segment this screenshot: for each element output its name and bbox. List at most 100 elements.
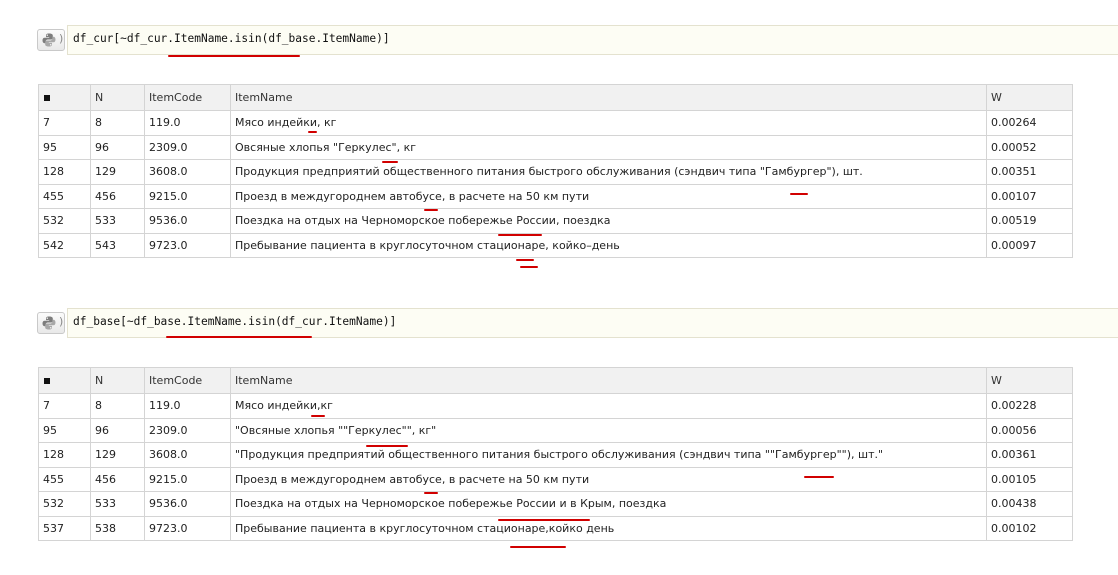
cell-itemname: Проезд в междугороднем автобусе, в расче… [230, 466, 987, 492]
annotation-underline [424, 209, 438, 211]
annotation-underline [366, 445, 408, 447]
annotation-underline [510, 546, 566, 548]
annotation-underline [498, 519, 590, 521]
row-index: 532 [38, 491, 91, 517]
cell-n: 456 [90, 466, 145, 492]
run-cell-2-button[interactable]: ) [37, 312, 65, 334]
prompt-paren: ) [58, 315, 65, 328]
cell-n: 543 [90, 232, 145, 258]
cell-itemname: Продукция предприятий общественного пита… [230, 159, 987, 185]
cell-w: 0.00097 [986, 232, 1073, 258]
annotation-underline [166, 336, 312, 338]
dataframe-output-2: N ItemCode ItemName W 7 8 119.0 Мясо инд… [38, 367, 1073, 541]
row-index: 532 [38, 208, 91, 234]
table-row: 455 456 9215.0 Проезд в междугороднем ав… [38, 466, 1073, 492]
cell-w: 0.00102 [986, 515, 1073, 541]
cell-itemname: Поездка на отдых на Черноморское побереж… [230, 208, 987, 234]
cell-itemcode: 9536.0 [144, 208, 231, 234]
cell-n: 129 [90, 442, 145, 468]
cell-itemcode: 9723.0 [144, 232, 231, 258]
row-index: 95 [38, 417, 91, 443]
python-logo-icon [42, 33, 56, 47]
cell-w: 0.00438 [986, 491, 1073, 517]
annotation-underline [804, 476, 834, 478]
cell-itemcode: 119.0 [144, 393, 231, 419]
code-editor-2[interactable]: df_base[~df_base.ItemName.isin(df_cur.It… [67, 308, 1118, 338]
cell-n: 8 [90, 110, 145, 136]
row-index: 95 [38, 134, 91, 160]
run-cell-1-button[interactable]: ) [37, 29, 65, 51]
cell-w: 0.00105 [986, 466, 1073, 492]
column-header-itemcode: ItemCode [144, 84, 231, 111]
column-header-n: N [90, 84, 145, 111]
annotation-underline [424, 492, 438, 494]
column-header-n: N [90, 367, 145, 394]
table-row: 128 129 3608.0 Продукция предприятий общ… [38, 159, 1073, 185]
cell-n: 8 [90, 393, 145, 419]
table-row: 455 456 9215.0 Проезд в междугороднем ав… [38, 183, 1073, 209]
dataframe-output-1: N ItemCode ItemName W 7 8 119.0 Мясо инд… [38, 84, 1073, 258]
column-header-w: W [986, 367, 1073, 394]
row-index: 7 [38, 393, 91, 419]
cell-itemname: Пребывание пациента в круглосуточном ста… [230, 232, 987, 258]
cell-w: 0.00519 [986, 208, 1073, 234]
cell-itemcode: 119.0 [144, 110, 231, 136]
code-editor-1[interactable]: df_cur[~df_cur.ItemName.isin(df_base.Ite… [67, 25, 1118, 55]
cell-itemcode: 9723.0 [144, 515, 231, 541]
annotation-underline [498, 234, 542, 236]
index-header [38, 84, 91, 111]
table-row: 542 543 9723.0 Пребывание пациента в кру… [38, 232, 1073, 258]
cell-itemname: "Продукция предприятий общественного пит… [230, 442, 987, 468]
table-row: 532 533 9536.0 Поездка на отдых на Черно… [38, 208, 1073, 234]
annotation-underline [516, 259, 534, 261]
cell-itemname: Пребывание пациента в круглосуточном ста… [230, 515, 987, 541]
cell-w: 0.00052 [986, 134, 1073, 160]
row-index: 128 [38, 442, 91, 468]
code-line: df_cur[~df_cur.ItemName.isin(df_base.Ite… [73, 32, 390, 45]
cell-itemname: Мясо индейки,кг [230, 393, 987, 419]
cell-w: 0.00056 [986, 417, 1073, 443]
cell-n: 456 [90, 183, 145, 209]
table-row: 7 8 119.0 Мясо индейки,кг 0.00228 [38, 393, 1073, 419]
cell-n: 533 [90, 208, 145, 234]
column-header-itemname: ItemName [230, 367, 987, 394]
row-index: 542 [38, 232, 91, 258]
table-row: 95 96 2309.0 "Овсяные хлопья ""Геркулес"… [38, 417, 1073, 443]
cell-itemcode: 3608.0 [144, 442, 231, 468]
annotation-underline [168, 55, 300, 57]
table-row: 128 129 3608.0 "Продукция предприятий об… [38, 442, 1073, 468]
cell-n: 96 [90, 134, 145, 160]
cell-itemcode: 9215.0 [144, 183, 231, 209]
table-row: 7 8 119.0 Мясо индейки, кг 0.00264 [38, 110, 1073, 136]
cell-itemname: Проезд в междугороднем автобусе, в расче… [230, 183, 987, 209]
row-index: 537 [38, 515, 91, 541]
column-header-itemname: ItemName [230, 84, 987, 111]
code-line: df_base[~df_base.ItemName.isin(df_cur.It… [73, 315, 397, 328]
row-index: 455 [38, 466, 91, 492]
index-marker-icon [44, 378, 50, 384]
cell-itemname: "Овсяные хлопья ""Геркулес"", кг" [230, 417, 987, 443]
cell-n: 538 [90, 515, 145, 541]
cell-n: 96 [90, 417, 145, 443]
cell-itemcode: 3608.0 [144, 159, 231, 185]
cell-w: 0.00351 [986, 159, 1073, 185]
table-header-row: N ItemCode ItemName W [38, 367, 1073, 394]
index-header [38, 367, 91, 394]
cell-itemname: Поездка на отдых на Черноморское побереж… [230, 491, 987, 517]
annotation-underline [790, 193, 808, 195]
annotation-underline [308, 131, 317, 133]
row-index: 128 [38, 159, 91, 185]
row-index: 7 [38, 110, 91, 136]
cell-w: 0.00264 [986, 110, 1073, 136]
python-logo-icon [42, 316, 56, 330]
table-row: 532 533 9536.0 Поездка на отдых на Черно… [38, 491, 1073, 517]
cell-itemcode: 2309.0 [144, 134, 231, 160]
table-header-row: N ItemCode ItemName W [38, 84, 1073, 111]
annotation-underline [382, 161, 398, 163]
cell-w: 0.00228 [986, 393, 1073, 419]
column-header-w: W [986, 84, 1073, 111]
cell-itemname: Овсяные хлопья "Геркулес", кг [230, 134, 987, 160]
table-row: 95 96 2309.0 Овсяные хлопья "Геркулес", … [38, 134, 1073, 160]
index-marker-icon [44, 95, 50, 101]
column-header-itemcode: ItemCode [144, 367, 231, 394]
